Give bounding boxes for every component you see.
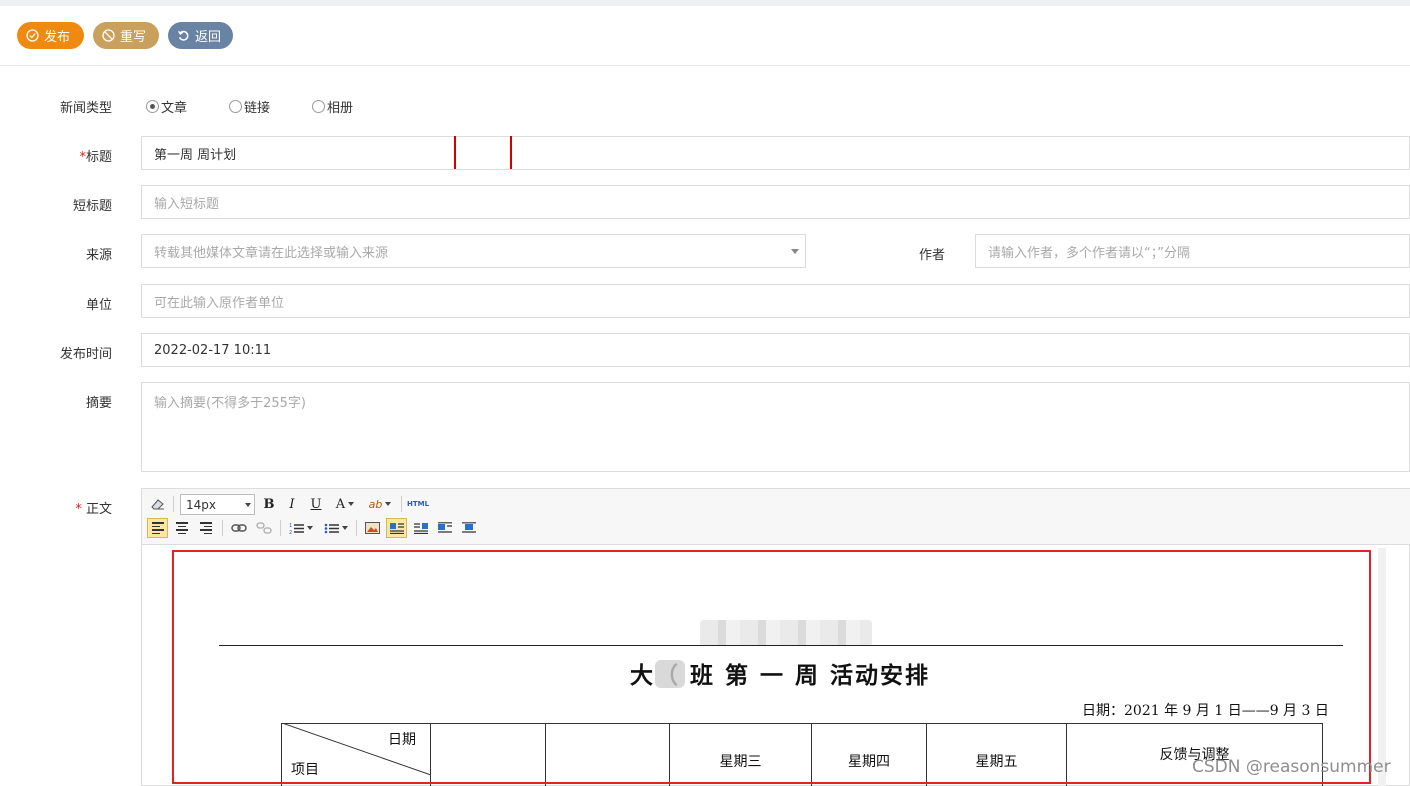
chevron-down-icon bbox=[307, 526, 313, 530]
toolbar-divider bbox=[222, 520, 223, 536]
rewrite-button[interactable]: 重写 bbox=[93, 22, 159, 49]
font-size-select[interactable]: 14px bbox=[180, 494, 255, 515]
font-color-button[interactable]: A bbox=[331, 494, 359, 514]
body-label: * 正文 bbox=[20, 498, 112, 517]
bold-button[interactable]: B bbox=[259, 494, 279, 514]
float-left-icon[interactable] bbox=[386, 518, 407, 538]
publish-time-input[interactable]: 2022-02-17 10:11 bbox=[141, 333, 1410, 367]
highlight-button[interactable]: ab bbox=[364, 494, 396, 514]
align-center-icon[interactable] bbox=[171, 518, 192, 538]
summary-label: 摘要 bbox=[85, 396, 112, 411]
unit-label: 单位 bbox=[85, 298, 112, 313]
radio-dot bbox=[229, 100, 242, 113]
unit-input[interactable]: 可在此输入原作者单位 bbox=[141, 284, 1410, 318]
image-icon[interactable] bbox=[362, 518, 383, 538]
required-mark: * bbox=[75, 502, 82, 517]
float-none-icon[interactable] bbox=[434, 518, 455, 538]
svg-text:2: 2 bbox=[289, 530, 292, 535]
svg-text:1: 1 bbox=[289, 523, 292, 529]
annotation-mark bbox=[454, 136, 456, 169]
radio-article[interactable]: 文章 bbox=[146, 97, 187, 116]
editor-toolbar: 14px B I U A ab HTML 1 2 bbox=[142, 489, 1410, 545]
editor-scrollbar[interactable] bbox=[1378, 548, 1386, 786]
eraser-icon[interactable] bbox=[148, 494, 168, 514]
radio-link-label: 链接 bbox=[244, 101, 271, 116]
undo-icon bbox=[177, 29, 190, 42]
source-label: 来源 bbox=[85, 248, 112, 263]
chevron-down-icon bbox=[348, 502, 355, 506]
toolbar-divider bbox=[173, 496, 174, 512]
author-input[interactable]: 请输入作者，多个作者请以“；”分隔 bbox=[975, 234, 1410, 268]
radio-article-label: 文章 bbox=[161, 101, 188, 116]
font-color-icon: A bbox=[335, 496, 346, 512]
link-icon[interactable] bbox=[228, 518, 249, 538]
publish-time-label: 发布时间 bbox=[59, 347, 112, 362]
back-label: 返回 bbox=[195, 30, 222, 45]
align-right-icon[interactable] bbox=[195, 518, 216, 538]
ordered-list-icon[interactable]: 12 bbox=[287, 518, 315, 538]
title-label-text: 标题 bbox=[85, 150, 112, 165]
radio-dot-checked bbox=[146, 100, 159, 113]
chevron-down-icon bbox=[342, 526, 348, 530]
highlight-icon: ab bbox=[368, 497, 383, 511]
italic-button[interactable]: I bbox=[282, 494, 302, 514]
publish-button[interactable]: 发布 bbox=[17, 22, 84, 49]
chevron-down-icon[interactable] bbox=[791, 249, 799, 254]
summary-textarea[interactable]: 输入摘要(不得多于255字) bbox=[141, 382, 1410, 472]
check-circle-icon bbox=[26, 29, 39, 42]
align-left-icon[interactable] bbox=[147, 518, 168, 538]
center-block-icon[interactable] bbox=[458, 518, 479, 538]
short-title-input[interactable]: 输入短标题 bbox=[141, 185, 1410, 219]
annotation-highlight-box bbox=[172, 550, 1371, 784]
toolbar-divider bbox=[280, 520, 281, 536]
radio-album-label: 相册 bbox=[327, 101, 354, 116]
annotation-mark bbox=[510, 136, 512, 169]
unordered-list-icon[interactable] bbox=[321, 518, 351, 538]
underline-button[interactable]: U bbox=[306, 494, 326, 514]
chevron-down-icon bbox=[245, 503, 251, 507]
unlink-icon[interactable] bbox=[253, 518, 274, 538]
publish-label: 发布 bbox=[44, 30, 71, 45]
title-input[interactable]: 第一周 周计划 bbox=[141, 136, 1410, 170]
float-right-icon[interactable] bbox=[410, 518, 431, 538]
chevron-down-icon bbox=[385, 502, 392, 506]
author-label: 作者 bbox=[918, 248, 945, 263]
short-title-label: 短标题 bbox=[72, 199, 112, 214]
toolbar-divider bbox=[356, 520, 357, 536]
action-toolbar: 发布 重写 返回 bbox=[0, 6, 1410, 66]
radio-album[interactable]: 相册 bbox=[312, 97, 353, 116]
radio-dot bbox=[312, 100, 325, 113]
ban-icon bbox=[102, 29, 115, 42]
radio-link[interactable]: 链接 bbox=[229, 97, 270, 116]
rewrite-label: 重写 bbox=[120, 30, 147, 45]
body-label-text: 正文 bbox=[85, 502, 112, 517]
html-source-button[interactable]: HTML bbox=[405, 494, 431, 514]
title-label: *标题 bbox=[20, 146, 112, 165]
font-size-value: 14px bbox=[186, 497, 216, 512]
toolbar-divider bbox=[401, 496, 402, 512]
news-type-label: 新闻类型 bbox=[59, 101, 112, 116]
source-select[interactable]: 转载其他媒体文章请在此选择或输入来源 bbox=[141, 234, 806, 268]
back-button[interactable]: 返回 bbox=[168, 22, 233, 49]
watermark: CSDN @reasonsummer bbox=[1192, 757, 1391, 777]
source-placeholder: 转载其他媒体文章请在此选择或输入来源 bbox=[154, 245, 389, 261]
